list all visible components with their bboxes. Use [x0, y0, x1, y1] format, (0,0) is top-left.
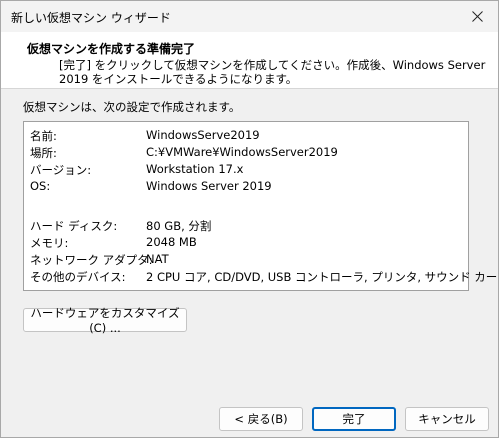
page-title: 仮想マシンを作成する準備完了 — [27, 42, 196, 56]
summary-row-hard-disk: ハード ディスク: 80 GB, 分割 — [30, 218, 466, 235]
summary-label: その他のデバイス: — [30, 270, 126, 284]
settings-summary: 名前: WindowsServe2019 場所: C:¥VMWare¥Windo… — [23, 121, 499, 291]
summary-row-name: 名前: WindowsServe2019 — [30, 128, 466, 145]
summary-value: WindowsServe2019 — [146, 128, 260, 142]
summary-label: メモリ: — [30, 236, 69, 250]
customize-hardware-button[interactable]: ハードウェアをカスタマイズ(C) ... — [23, 306, 187, 335]
wizard-header: 仮想マシンを作成する準備完了 [完了] をクリックして仮想マシンを作成してくださ… — [1, 32, 498, 89]
summary-row-version: バージョン: Workstation 17.x — [30, 162, 466, 179]
summary-value: 80 GB, 分割 — [146, 219, 212, 233]
summary-label: バージョン: — [30, 163, 92, 177]
summary-value: C:¥VMWare¥WindowsServer2019 — [146, 145, 338, 159]
close-icon — [471, 10, 483, 22]
summary-label: 名前: — [30, 129, 57, 143]
summary-row-network: ネットワーク アダプタ: NAT — [30, 252, 466, 269]
title-bar: 新しい仮想マシン ウィザード — [1, 1, 498, 32]
wizard-window: 新しい仮想マシン ウィザード 仮想マシンを作成する準備完了 [完了] をクリック… — [0, 0, 499, 438]
summary-label: 場所: — [30, 146, 57, 160]
summary-row-memory: メモリ: 2048 MB — [30, 235, 466, 252]
summary-label: OS: — [30, 179, 51, 193]
summary-value: 2 CPU コア, CD/DVD, USB コントローラ, プリンタ, サウンド… — [146, 270, 499, 284]
window-title: 新しい仮想マシン ウィザード — [11, 11, 171, 25]
finish-button[interactable]: 完了 — [312, 407, 396, 431]
summary-row-location: 場所: C:¥VMWare¥WindowsServer2019 — [30, 145, 466, 162]
close-button[interactable] — [462, 5, 492, 27]
summary-row-devices: その他のデバイス: 2 CPU コア, CD/DVD, USB コントローラ, … — [30, 269, 499, 286]
intro-text: 仮想マシンは、次の設定で作成されます。 — [23, 100, 241, 114]
summary-value: Windows Server 2019 — [146, 179, 272, 193]
summary-value: NAT — [146, 252, 169, 266]
summary-value: 2048 MB — [146, 235, 197, 249]
back-button[interactable]: < 戻る(B) — [219, 407, 303, 431]
cancel-button[interactable]: キャンセル — [405, 407, 489, 431]
page-description: [完了] をクリックして仮想マシンを作成してください。作成後、Windows S… — [59, 58, 486, 86]
summary-row-os: OS: Windows Server 2019 — [30, 179, 466, 196]
summary-label: ハード ディスク: — [30, 219, 118, 233]
summary-label: ネットワーク アダプタ: — [30, 253, 153, 267]
summary-value: Workstation 17.x — [146, 162, 244, 176]
